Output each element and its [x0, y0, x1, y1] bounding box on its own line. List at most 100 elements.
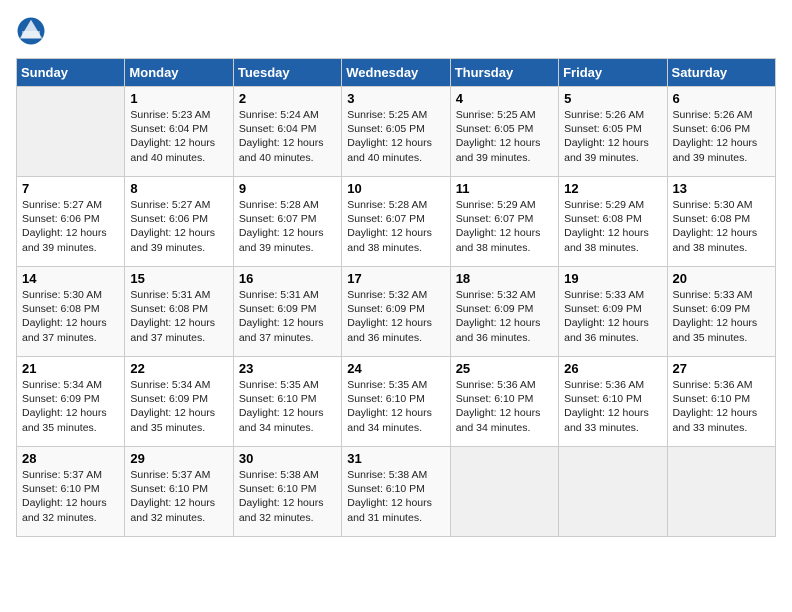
- day-number: 2: [239, 91, 336, 106]
- header-cell-saturday: Saturday: [667, 59, 775, 87]
- header-row: SundayMondayTuesdayWednesdayThursdayFrid…: [17, 59, 776, 87]
- day-number: 5: [564, 91, 661, 106]
- day-cell: 3Sunrise: 5:25 AM Sunset: 6:05 PM Daylig…: [342, 87, 450, 177]
- day-cell: 16 Sunrise: 5:31 AM Sunset: 6:09 PM Dayli…: [233, 267, 341, 357]
- day-number: 10: [347, 181, 444, 196]
- day-info: Sunrise: 5:37 AM Sunset: 6:10 PM Dayligh…: [22, 468, 119, 525]
- day-cell: 11 Sunrise: 5:29 AM Sunset: 6:07 PM Dayli…: [450, 177, 558, 267]
- day-cell: [450, 447, 558, 537]
- day-number: 8: [130, 181, 227, 196]
- day-info: Sunrise: 5:25 AM Sunset: 6:05 PM Dayligh…: [347, 108, 444, 165]
- header-cell-monday: Monday: [125, 59, 233, 87]
- day-number: 1: [130, 91, 227, 106]
- day-cell: 4Sunrise: 5:25 AM Sunset: 6:05 PM Daylig…: [450, 87, 558, 177]
- day-info: Sunrise: 5:27 AM Sunset: 6:06 PM Dayligh…: [22, 198, 119, 255]
- day-info: Sunrise: 5:34 AM Sunset: 6:09 PM Dayligh…: [130, 378, 227, 435]
- day-cell: 28 Sunrise: 5:37 AM Sunset: 6:10 PM Dayli…: [17, 447, 125, 537]
- day-cell: 23Sunrise: 5:35 AM Sunset: 6:10 PM Dayli…: [233, 357, 341, 447]
- day-number: 21: [22, 361, 119, 376]
- day-number: 16: [239, 271, 336, 286]
- day-number: 11: [456, 181, 553, 196]
- day-number: 24: [347, 361, 444, 376]
- header-cell-sunday: Sunday: [17, 59, 125, 87]
- day-number: 19: [564, 271, 661, 286]
- day-cell: 25 Sunrise: 5:36 AM Sunset: 6:10 PM Dayli…: [450, 357, 558, 447]
- day-number: 27: [673, 361, 770, 376]
- header-cell-friday: Friday: [559, 59, 667, 87]
- day-number: 25: [456, 361, 553, 376]
- day-cell: 26Sunrise: 5:36 AM Sunset: 6:10 PM Dayli…: [559, 357, 667, 447]
- day-info: Sunrise: 5:31 AM Sunset: 6:09 PM Dayligh…: [239, 288, 336, 345]
- day-info: Sunrise: 5:38 AM Sunset: 6:10 PM Dayligh…: [239, 468, 336, 525]
- day-number: 9: [239, 181, 336, 196]
- day-number: 13: [673, 181, 770, 196]
- day-number: 28: [22, 451, 119, 466]
- day-info: Sunrise: 5:36 AM Sunset: 6:10 PM Dayligh…: [673, 378, 770, 435]
- day-cell: 13 Sunrise: 5:30 AM Sunset: 6:08 PM Dayli…: [667, 177, 775, 267]
- week-row-1: 1 Sunrise: 5:23 AM Sunset: 6:04 PM Daylig…: [17, 87, 776, 177]
- day-cell: [559, 447, 667, 537]
- day-number: 14: [22, 271, 119, 286]
- day-info: Sunrise: 5:30 AM Sunset: 6:08 PM Dayligh…: [22, 288, 119, 345]
- day-info: Sunrise: 5:23 AM Sunset: 6:04 PM Dayligh…: [130, 108, 227, 165]
- day-info: Sunrise: 5:25 AM Sunset: 6:05 PM Dayligh…: [456, 108, 553, 165]
- day-number: 17: [347, 271, 444, 286]
- day-info: Sunrise: 5:35 AM Sunset: 6:10 PM Dayligh…: [239, 378, 336, 435]
- day-info: Sunrise: 5:38 AM Sunset: 6:10 PM Dayligh…: [347, 468, 444, 525]
- day-cell: 18 Sunrise: 5:32 AM Sunset: 6:09 PM Dayli…: [450, 267, 558, 357]
- day-cell: 8 Sunrise: 5:27 AM Sunset: 6:06 PM Daylig…: [125, 177, 233, 267]
- day-info: Sunrise: 5:32 AM Sunset: 6:09 PM Dayligh…: [347, 288, 444, 345]
- day-cell: 15 Sunrise: 5:31 AM Sunset: 6:08 PM Dayli…: [125, 267, 233, 357]
- day-info: Sunrise: 5:30 AM Sunset: 6:08 PM Dayligh…: [673, 198, 770, 255]
- day-cell: 10 Sunrise: 5:28 AM Sunset: 6:07 PM Dayli…: [342, 177, 450, 267]
- day-cell: 6 Sunrise: 5:26 AM Sunset: 6:06 PM Daylig…: [667, 87, 775, 177]
- day-info: Sunrise: 5:35 AM Sunset: 6:10 PM Dayligh…: [347, 378, 444, 435]
- day-info: Sunrise: 5:31 AM Sunset: 6:08 PM Dayligh…: [130, 288, 227, 345]
- day-info: Sunrise: 5:36 AM Sunset: 6:10 PM Dayligh…: [456, 378, 553, 435]
- day-cell: 22 Sunrise: 5:34 AM Sunset: 6:09 PM Dayli…: [125, 357, 233, 447]
- day-info: Sunrise: 5:26 AM Sunset: 6:06 PM Dayligh…: [673, 108, 770, 165]
- day-cell: 9 Sunrise: 5:28 AM Sunset: 6:07 PM Daylig…: [233, 177, 341, 267]
- day-info: Sunrise: 5:28 AM Sunset: 6:07 PM Dayligh…: [239, 198, 336, 255]
- day-cell: 2 Sunrise: 5:24 AM Sunset: 6:04 PM Daylig…: [233, 87, 341, 177]
- day-number: 22: [130, 361, 227, 376]
- day-cell: 30 Sunrise: 5:38 AM Sunset: 6:10 PM Dayli…: [233, 447, 341, 537]
- day-cell: 7 Sunrise: 5:27 AM Sunset: 6:06 PM Daylig…: [17, 177, 125, 267]
- day-info: Sunrise: 5:26 AM Sunset: 6:05 PM Dayligh…: [564, 108, 661, 165]
- day-cell: 19 Sunrise: 5:33 AM Sunset: 6:09 PM Dayli…: [559, 267, 667, 357]
- day-info: Sunrise: 5:33 AM Sunset: 6:09 PM Dayligh…: [673, 288, 770, 345]
- day-number: 12: [564, 181, 661, 196]
- day-number: 26: [564, 361, 661, 376]
- week-row-2: 7 Sunrise: 5:27 AM Sunset: 6:06 PM Daylig…: [17, 177, 776, 267]
- day-number: 29: [130, 451, 227, 466]
- logo-icon: [16, 16, 46, 46]
- day-number: 15: [130, 271, 227, 286]
- day-number: 30: [239, 451, 336, 466]
- day-number: 18: [456, 271, 553, 286]
- day-info: Sunrise: 5:24 AM Sunset: 6:04 PM Dayligh…: [239, 108, 336, 165]
- day-info: Sunrise: 5:28 AM Sunset: 6:07 PM Dayligh…: [347, 198, 444, 255]
- week-row-3: 14 Sunrise: 5:30 AM Sunset: 6:08 PM Dayli…: [17, 267, 776, 357]
- day-info: Sunrise: 5:29 AM Sunset: 6:08 PM Dayligh…: [564, 198, 661, 255]
- day-cell: 29Sunrise: 5:37 AM Sunset: 6:10 PM Dayli…: [125, 447, 233, 537]
- day-cell: [17, 87, 125, 177]
- logo: [16, 16, 50, 46]
- day-number: 31: [347, 451, 444, 466]
- day-cell: [667, 447, 775, 537]
- day-info: Sunrise: 5:27 AM Sunset: 6:06 PM Dayligh…: [130, 198, 227, 255]
- header-cell-tuesday: Tuesday: [233, 59, 341, 87]
- day-number: 7: [22, 181, 119, 196]
- day-cell: 1 Sunrise: 5:23 AM Sunset: 6:04 PM Daylig…: [125, 87, 233, 177]
- header-cell-thursday: Thursday: [450, 59, 558, 87]
- day-info: Sunrise: 5:29 AM Sunset: 6:07 PM Dayligh…: [456, 198, 553, 255]
- day-number: 6: [673, 91, 770, 106]
- day-cell: 24 Sunrise: 5:35 AM Sunset: 6:10 PM Dayli…: [342, 357, 450, 447]
- day-cell: 27 Sunrise: 5:36 AM Sunset: 6:10 PM Dayli…: [667, 357, 775, 447]
- day-cell: 17 Sunrise: 5:32 AM Sunset: 6:09 PM Dayli…: [342, 267, 450, 357]
- calendar-table: SundayMondayTuesdayWednesdayThursdayFrid…: [16, 58, 776, 537]
- day-info: Sunrise: 5:33 AM Sunset: 6:09 PM Dayligh…: [564, 288, 661, 345]
- day-info: Sunrise: 5:32 AM Sunset: 6:09 PM Dayligh…: [456, 288, 553, 345]
- day-cell: 14 Sunrise: 5:30 AM Sunset: 6:08 PM Dayli…: [17, 267, 125, 357]
- week-row-4: 21 Sunrise: 5:34 AM Sunset: 6:09 PM Dayli…: [17, 357, 776, 447]
- day-number: 20: [673, 271, 770, 286]
